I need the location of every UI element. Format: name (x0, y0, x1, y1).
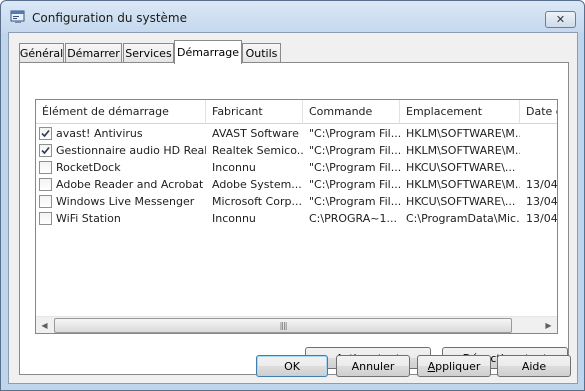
row-location: C:\ProgramData\Mic... (406, 212, 520, 225)
window-title: Configuration du système (32, 11, 187, 25)
row-maker: AVAST Software (212, 127, 299, 140)
column-header-command[interactable]: Commande (303, 100, 400, 124)
row-maker: Inconnu (212, 161, 256, 174)
list-row[interactable]: Windows Live Messenger Microsoft Corp...… (36, 193, 558, 210)
grip-icon: |||| (279, 321, 288, 330)
close-icon: ✕ (555, 13, 566, 26)
row-item-name: avast! Antivirus (56, 127, 143, 140)
ok-button[interactable]: OK (256, 355, 328, 377)
row-location: HKLM\SOFTWARE\M... (406, 178, 520, 191)
row-maker: Realtek Semico... (212, 144, 303, 157)
list-row[interactable]: WiFi Station Inconnu C:\PROGRA~1... C:\P… (36, 210, 558, 227)
title-bar[interactable]: Configuration du système ✕ (1, 1, 584, 33)
row-date: 13/04/2 (526, 195, 558, 208)
row-date: 13/04/2 (526, 178, 558, 191)
close-button[interactable]: ✕ (545, 11, 576, 28)
list-row[interactable]: Adobe Reader and Acrobat ... Adobe Syste… (36, 176, 558, 193)
cancel-button[interactable]: Annuler (336, 355, 410, 377)
row-command: C:\PROGRA~1... (309, 212, 397, 225)
row-location: HKCU\SOFTWARE\... (406, 161, 516, 174)
row-maker: Adobe System... (212, 178, 302, 191)
tab-label: Général (19, 47, 64, 60)
list-row[interactable]: RocketDock Inconnu "C:\Program Fil... HK… (36, 159, 557, 176)
row-maker: Inconnu (212, 212, 256, 225)
system-config-icon (10, 10, 26, 24)
horizontal-scrollbar[interactable]: ◀ |||| ▶ (36, 316, 557, 333)
system-config-window: Configuration du système ✕ Général Démar… (0, 0, 585, 391)
help-label: Aide (521, 359, 547, 373)
tab-general[interactable]: Général (19, 43, 64, 63)
tab-demarrer[interactable]: Démarrer (65, 43, 122, 63)
column-header-maker[interactable]: Fabricant (206, 100, 303, 124)
column-header-item[interactable]: Élément de démarrage (36, 100, 206, 124)
tab-outils[interactable]: Outils (242, 43, 281, 63)
scroll-right-icon[interactable]: ▶ (540, 317, 557, 333)
ok-label: OK (284, 359, 300, 373)
scroll-left-icon[interactable]: ◀ (36, 317, 53, 333)
row-location: HKCU\SOFTWARE\... (406, 195, 516, 208)
row-item-name: Windows Live Messenger (56, 195, 195, 208)
tab-demarrage[interactable]: Démarrage (174, 40, 242, 64)
tab-services[interactable]: Services (123, 43, 174, 63)
apply-label: Appliquer (427, 359, 481, 373)
cancel-label: Annuler (351, 359, 395, 373)
row-command: "C:\Program Fil... (309, 195, 400, 208)
row-date (520, 159, 557, 176)
row-command: "C:\Program Fil... (309, 161, 400, 174)
column-header-location[interactable]: Emplacement (400, 100, 520, 124)
list-row[interactable]: avast! Antivirus AVAST Software "C:\Prog… (36, 125, 557, 142)
row-command: "C:\Program Fil... (309, 144, 400, 157)
row-item-name: Gestionnaire audio HD Realtek (56, 144, 206, 157)
column-header-date[interactable]: Date dé (520, 100, 557, 124)
tab-label: Démarrage (176, 46, 240, 59)
row-date (520, 142, 557, 159)
row-date (520, 125, 557, 142)
row-command: "C:\Program Fil... (309, 178, 400, 191)
tab-label: Démarrer (67, 47, 120, 60)
row-date: 13/04/2 (526, 212, 558, 225)
tab-label: Services (125, 47, 172, 60)
row-location: HKLM\SOFTWARE\M... (406, 127, 520, 140)
list-row[interactable]: Gestionnaire audio HD Realtek Realtek Se… (36, 142, 557, 159)
row-location: HKLM\SOFTWARE\M... (406, 144, 520, 157)
startup-items-list[interactable]: Élément de démarrage Fabricant Commande … (35, 99, 558, 334)
list-header: Élément de démarrage Fabricant Commande … (36, 100, 557, 124)
row-command: "C:\Program Fil... (309, 127, 400, 140)
row-item-name: WiFi Station (56, 212, 121, 225)
row-item-name: Adobe Reader and Acrobat ... (56, 178, 206, 191)
help-button[interactable]: Aide (497, 355, 571, 377)
scroll-thumb[interactable]: |||| (54, 318, 512, 333)
dialog-body: Général Démarrer Services Démarrage Outi… (8, 32, 578, 384)
startup-tab-panel: Élément de démarrage Fabricant Commande … (19, 62, 569, 375)
row-item-name: RocketDock (56, 161, 121, 174)
row-maker: Microsoft Corp... (212, 195, 302, 208)
tab-label: Outils (245, 47, 278, 60)
apply-button[interactable]: Appliquer (417, 355, 491, 377)
